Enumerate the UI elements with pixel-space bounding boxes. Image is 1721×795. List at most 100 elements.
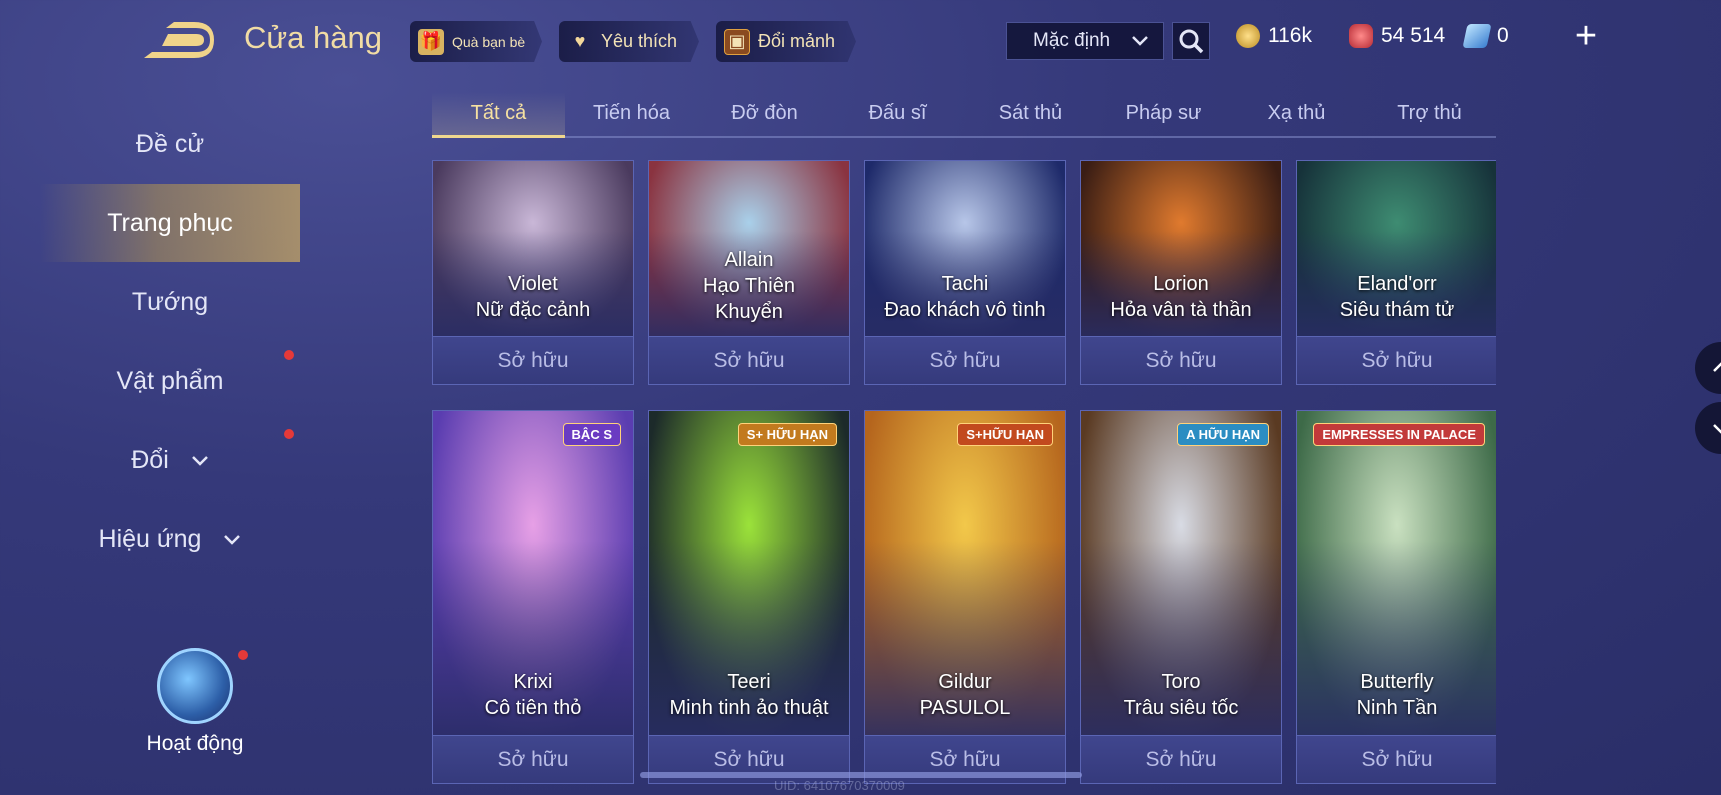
owned-label: Sở hữu xyxy=(1297,735,1496,783)
skin-name: Nữ đặc cảnh xyxy=(475,299,591,321)
skin-name: Hỏa vân tà thần xyxy=(1110,299,1252,321)
tab-mage[interactable]: Pháp sư xyxy=(1097,92,1230,136)
chevron-down-icon xyxy=(1132,36,1148,46)
owned-label: Sở hữu xyxy=(649,336,849,384)
sidebar-item-recommended[interactable]: Đề cử xyxy=(40,105,300,183)
notification-dot xyxy=(284,429,294,439)
back-button[interactable] xyxy=(144,22,214,58)
sidebar-item-heroes[interactable]: Tướng xyxy=(40,263,300,341)
tier-badge: BẬC S xyxy=(562,423,621,446)
skin-name: Hạo Thiên Khuyển xyxy=(703,275,795,323)
scroll-down-button[interactable] xyxy=(1695,402,1721,454)
role-tabs: Tất cả Tiến hóa Đỡ đòn Đấu sĩ Sát thủ Ph… xyxy=(432,92,1496,138)
skin-card-teeri[interactable]: S+ HỮU HẠN Teeri Minh tinh ảo thuật Sở h… xyxy=(648,410,850,784)
hero-name: Violet xyxy=(508,273,558,295)
hero-name: Toro xyxy=(1161,671,1201,693)
skin-card-gildur[interactable]: S+HỮU HẠN Gildur PASULOL Sở hữu xyxy=(864,410,1066,784)
hero-name: Teeri xyxy=(727,671,771,693)
tier-badge: EMPRESSES IN PALACE xyxy=(1313,423,1485,446)
skin-name: Đao khách vô tình xyxy=(884,299,1046,321)
scroll-up-button[interactable] xyxy=(1695,342,1721,394)
chest-icon: ▣ xyxy=(724,28,750,55)
sidebar-item-label: Đề cử xyxy=(135,129,205,158)
ruby-currency: 54 514 xyxy=(1349,24,1445,48)
hero-name: Lorion xyxy=(1153,273,1209,295)
owned-label: Sở hữu xyxy=(1297,336,1496,384)
add-currency-button[interactable]: + xyxy=(1566,16,1606,56)
owned-label: Sở hữu xyxy=(865,336,1065,384)
skin-name: PASULOL xyxy=(919,697,1011,719)
page-title: Cửa hàng xyxy=(244,20,382,55)
skin-name: Trâu siêu tốc xyxy=(1123,697,1239,719)
heart-icon: ♥ xyxy=(574,31,586,51)
chevron-down-icon xyxy=(191,456,208,466)
skin-card-krixi[interactable]: BẬC S Krixi Cô tiên thỏ Sở hữu xyxy=(432,410,634,784)
tab-marksman[interactable]: Xạ thủ xyxy=(1230,92,1363,136)
skin-card-violet[interactable]: Violet Nữ đặc cảnh Sở hữu xyxy=(432,160,634,385)
tab-assassin[interactable]: Sát thủ xyxy=(964,92,1097,136)
notification-dot xyxy=(238,650,248,660)
uid-watermark: UID: 64107670370009 xyxy=(774,778,905,793)
voucher-currency: 0 xyxy=(1462,24,1509,48)
exchange-shards-button[interactable]: ▣ Đổi mảnh xyxy=(716,21,856,62)
tab-support[interactable]: Trợ thủ xyxy=(1363,92,1496,136)
sidebar-item-label: Hiệu ứng xyxy=(98,524,202,553)
sidebar-item-label: Vật phẩm xyxy=(116,366,224,395)
notification-dot xyxy=(284,350,294,360)
skin-card-lorion[interactable]: Lorion Hỏa vân tà thần Sở hữu xyxy=(1080,160,1282,385)
owned-label: Sở hữu xyxy=(1081,735,1281,783)
chevron-down-icon xyxy=(1713,424,1721,434)
sort-selected-value: Mặc định xyxy=(1033,30,1111,51)
hero-name: Tachi xyxy=(941,273,989,295)
skin-card-elandorr[interactable]: Eland'orr Siêu thám tử Sở hữu xyxy=(1296,160,1496,385)
back-arrow-icon xyxy=(144,22,214,58)
sidebar-item-skins[interactable]: Trang phục xyxy=(40,184,300,262)
tab-all[interactable]: Tất cả xyxy=(432,92,565,138)
chevron-up-icon xyxy=(1713,362,1721,372)
activity-label: Hoạt động xyxy=(146,732,244,755)
skin-card-butterfly[interactable]: EMPRESSES IN PALACE Butterfly Ninh Tần S… xyxy=(1296,410,1496,784)
hero-name: Gildur xyxy=(938,671,992,693)
tab-fighter[interactable]: Đấu sĩ xyxy=(831,92,964,136)
sidebar-item-exchange[interactable]: Đổi xyxy=(40,421,300,499)
ruby-value: 54 514 xyxy=(1381,24,1446,47)
search-icon xyxy=(1179,29,1204,54)
activity-button[interactable]: Hoạt động xyxy=(130,648,260,756)
ruby-icon xyxy=(1349,24,1373,48)
favorites-label: Yêu thích xyxy=(601,31,678,51)
tier-badge: S+ HỮU HẠN xyxy=(737,423,837,446)
search-button[interactable] xyxy=(1172,22,1210,60)
sidebar-item-effects[interactable]: Hiệu ứng xyxy=(40,500,300,578)
skin-name: Minh tinh ảo thuật xyxy=(669,697,829,719)
gold-currency: 116k xyxy=(1236,24,1312,48)
activity-icon xyxy=(157,648,233,724)
chevron-down-icon xyxy=(224,535,241,545)
skin-card-allain[interactable]: Allain Hạo Thiên Khuyển Sở hữu xyxy=(648,160,850,385)
tab-evolution[interactable]: Tiến hóa xyxy=(565,92,698,136)
sidebar-item-items[interactable]: Vật phẩm xyxy=(40,342,300,420)
gold-value: 116k xyxy=(1268,24,1312,47)
sidebar-item-label: Trang phục xyxy=(107,208,233,237)
friend-gift-button[interactable]: 🎁 Quà bạn bè xyxy=(410,21,542,62)
skin-name: Cô tiên thỏ xyxy=(484,697,582,719)
skin-card-toro[interactable]: A HỮU HẠN Toro Trâu siêu tốc Sở hữu xyxy=(1080,410,1282,784)
hero-name: Krixi xyxy=(513,671,553,693)
skin-card-tachi[interactable]: Tachi Đao khách vô tình Sở hữu xyxy=(864,160,1066,385)
sort-dropdown[interactable]: Mặc định xyxy=(1006,22,1164,60)
skin-name: Ninh Tần xyxy=(1356,697,1438,719)
skin-grid: Violet Nữ đặc cảnh Sở hữu Allain Hạo Thi… xyxy=(432,160,1496,792)
owned-label: Sở hữu xyxy=(1081,336,1281,384)
gift-icon: 🎁 xyxy=(418,28,444,55)
hero-name: Eland'orr xyxy=(1357,273,1437,295)
tab-tank[interactable]: Đỡ đòn xyxy=(698,92,831,136)
voucher-icon xyxy=(1462,24,1492,48)
top-bar: Cửa hàng 🎁 Quà bạn bè ♥ Yêu thích ▣ Đổi … xyxy=(0,0,1721,82)
hero-name: Butterfly xyxy=(1360,671,1434,693)
skin-name: Siêu thám tử xyxy=(1339,299,1455,321)
favorites-button[interactable]: ♥ Yêu thích xyxy=(559,21,699,62)
gold-coin-icon xyxy=(1236,24,1260,48)
tier-badge: A HỮU HẠN xyxy=(1177,423,1269,446)
owned-label: Sở hữu xyxy=(433,336,633,384)
sidebar-item-label: Đổi xyxy=(131,445,169,474)
exchange-shards-label: Đổi mảnh xyxy=(758,31,836,51)
